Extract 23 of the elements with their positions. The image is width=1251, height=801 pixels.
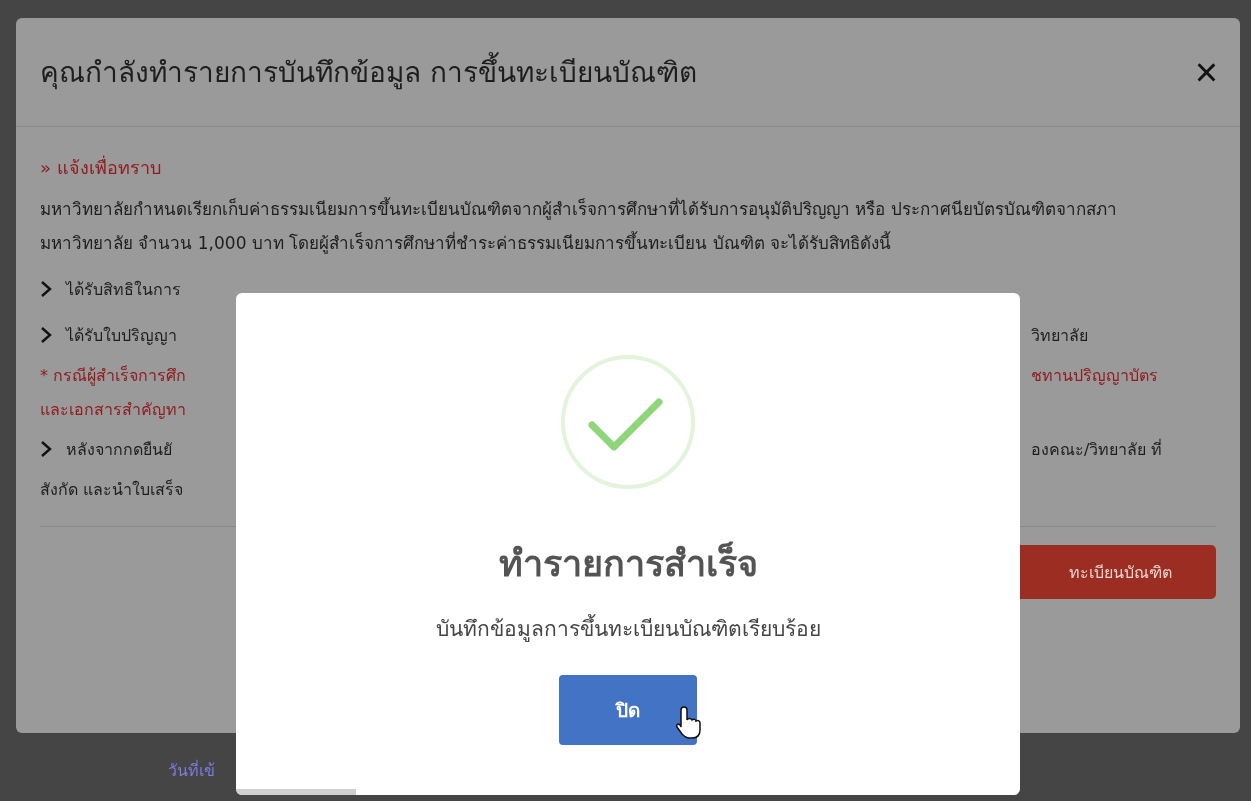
- notice-text: ได้รับใบปริญญา: [66, 324, 177, 347]
- chevron-icon: [40, 440, 52, 458]
- notice-paragraph: มหาวิทยาลัยกำหนดเรียกเก็บค่าธรรมเนียมการขึ้นทะเบียนบัณฑิตจากผู้สำเร็จการศึกษาที่ได้รับการอนุมัติปริญญา หรือ ประกาศนียบัตรบัณฑิตจากสภามหาวิทยาลัย จำนวน 1,000 บาท โดยผู้สำเร็จการศึกษาที่ชำระค่าธรรมเนียมการขึ้นทะเบียน บัณฑิต จะได้รับสิทธิดังนี้: [40, 196, 1118, 256]
- notice-text: หลังจากกดยืนยั: [66, 438, 172, 461]
- warning-text: และเอกสารสำคัญทา: [40, 398, 186, 421]
- close-button[interactable]: ×: [1194, 52, 1218, 92]
- chevron-icon: [40, 280, 52, 298]
- double-chevron-icon: »: [40, 157, 51, 178]
- success-title: ทำรายการสำเร็จ: [498, 540, 758, 586]
- hand-cursor-icon: [676, 705, 702, 739]
- notice-heading: แจ้งเพื่อทราบ: [57, 154, 161, 180]
- notice-text: ได้รับสิทธิในการ: [66, 278, 181, 301]
- page-text: วันที่เข้: [168, 759, 215, 781]
- notice-text: องคณะ/วิทยาลัย ที่: [1031, 438, 1164, 461]
- notice-text: สังกัด และนำใบเสร็จ: [40, 478, 184, 501]
- notice-text: วิทยาลัย: [1031, 324, 1089, 347]
- chevron-icon: [40, 326, 52, 344]
- warning-text: ชทานปริญญาบัตร: [1031, 364, 1159, 387]
- modal-title: คุณกำลังทำรายการบันทึกข้อมูล การขึ้นทะเบียนบัณฑิต: [40, 50, 697, 94]
- warning-text: * กรณีผู้สำเร็จการศึก: [40, 364, 187, 388]
- close-button[interactable]: ปิด: [559, 675, 697, 745]
- success-check-icon: [559, 353, 697, 491]
- success-message: บันทึกข้อมูลการขึ้นทะเบียนบัณฑิตเรียบร้อย: [435, 612, 821, 645]
